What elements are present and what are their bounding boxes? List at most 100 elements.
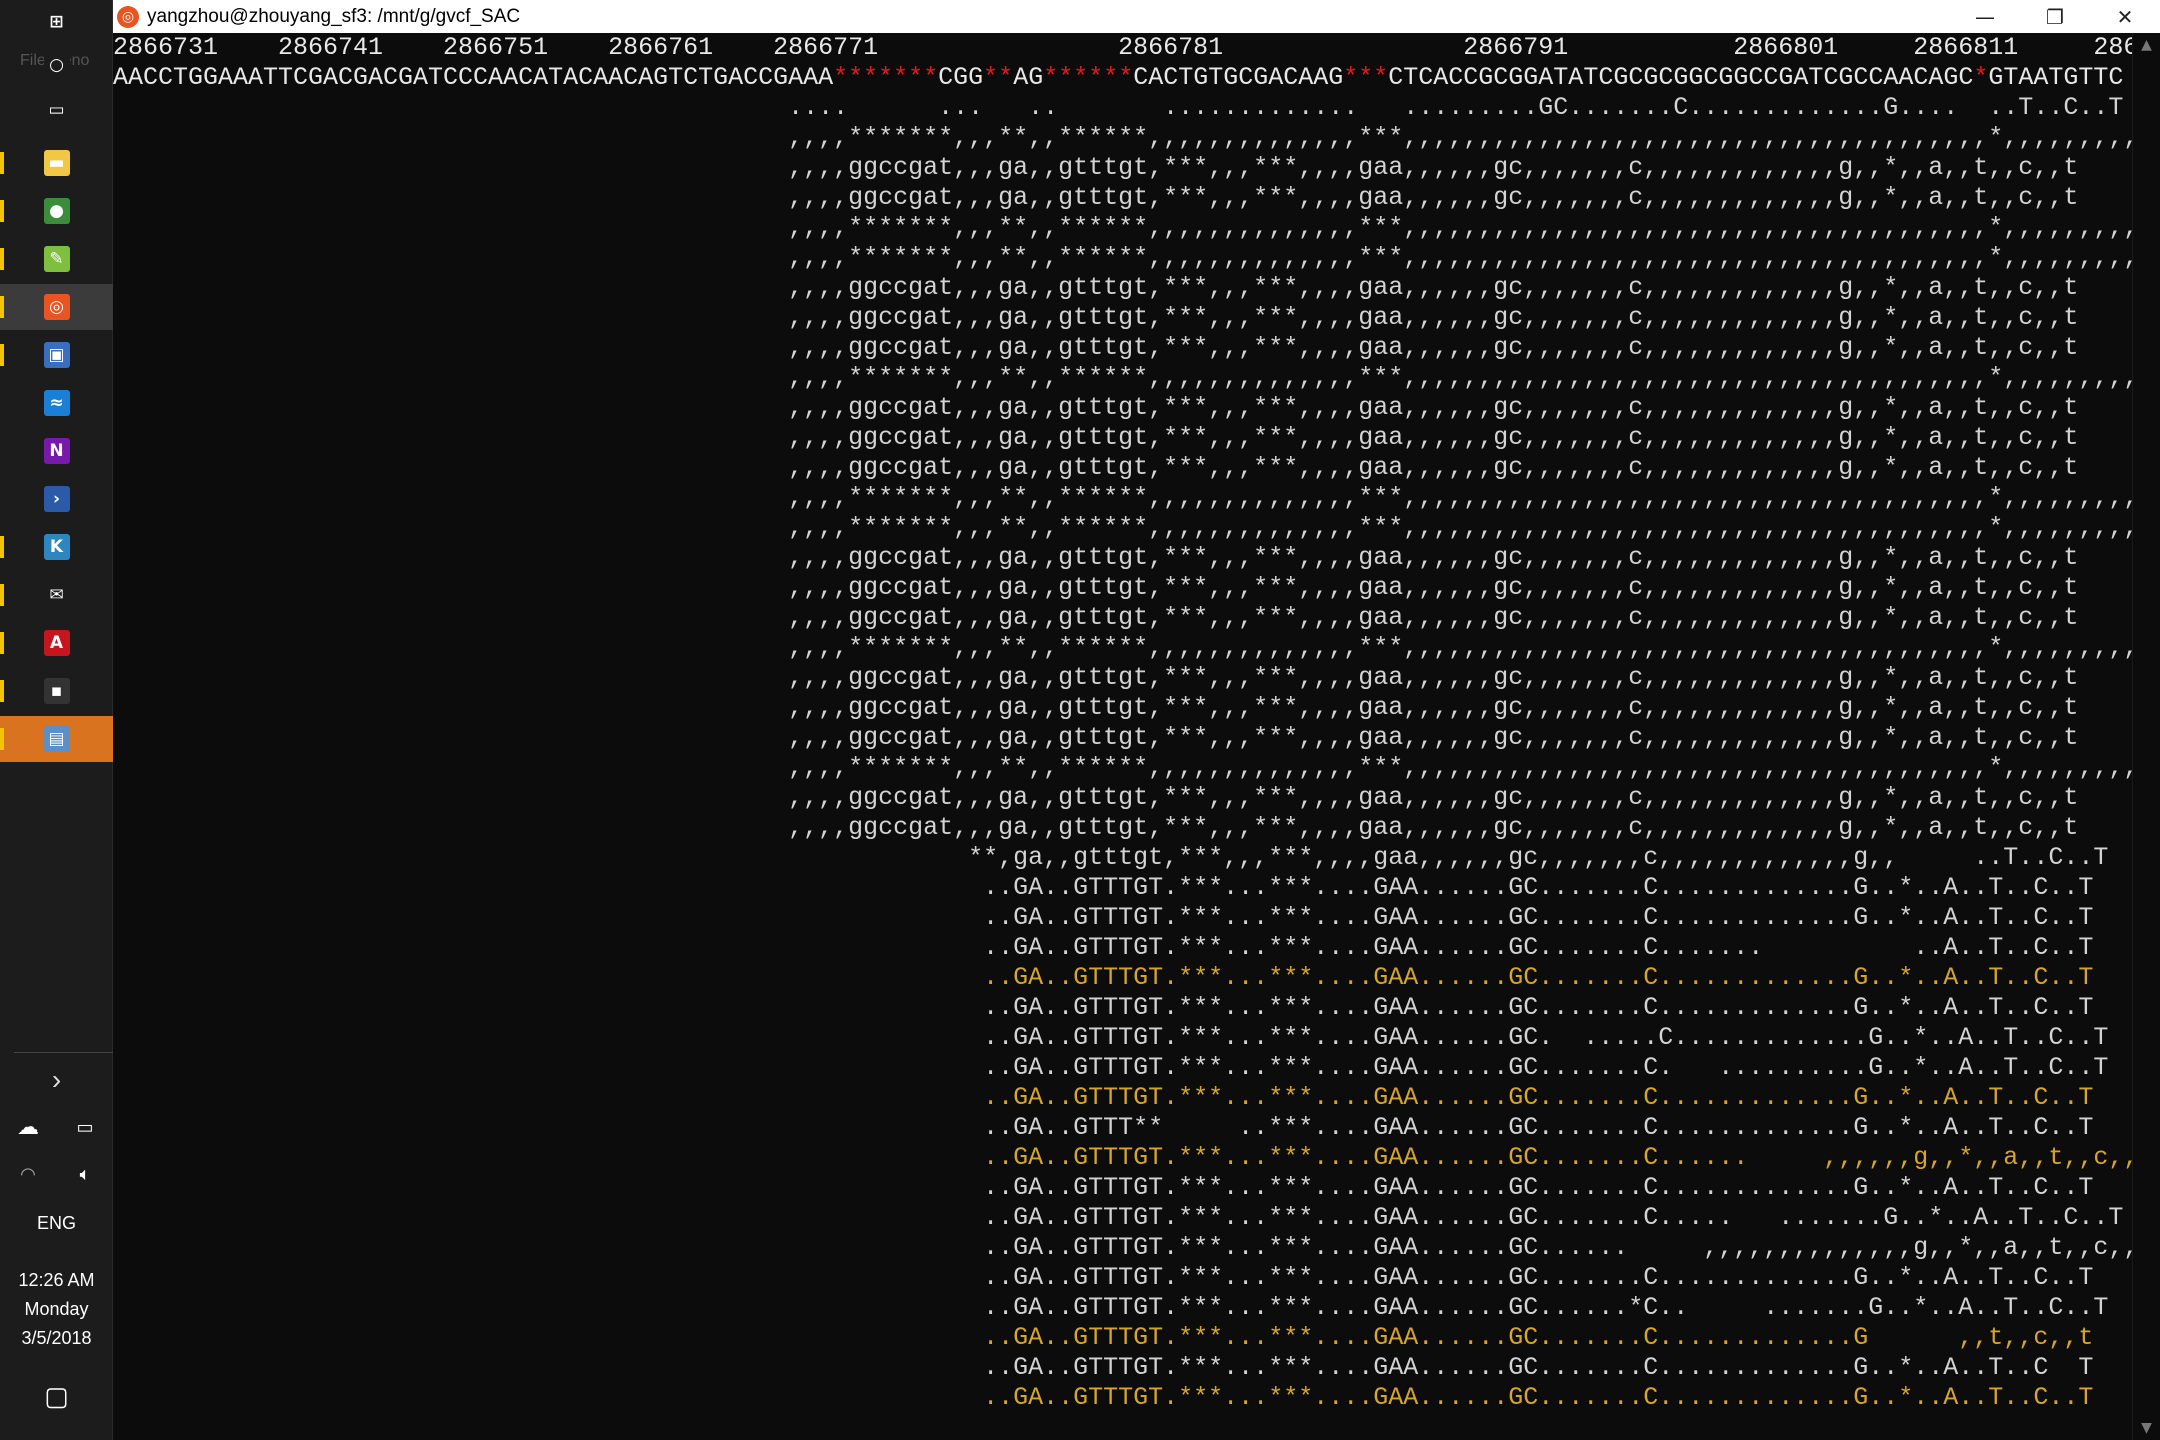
read-line: ..GA..GTTTGT.***...***....GAA......GC...…: [113, 1233, 2133, 1262]
taskbar-app-mail[interactable]: ✉: [0, 572, 113, 618]
read-line: .... ... .. ............. .........GC...…: [113, 93, 2124, 122]
tray-expand-button[interactable]: ›: [0, 1057, 113, 1103]
onenote-icon: N: [43, 438, 70, 464]
taskbar-app-cmd[interactable]: ▪: [0, 668, 113, 714]
read-line: ..GA..GTTTGT.***...***....GAA......GC...…: [113, 1083, 2094, 1112]
read-line: ..GA..GTTTGT.***...***....GAA......GC...…: [113, 1203, 2124, 1232]
close-button[interactable]: ✕: [2090, 0, 2160, 33]
clock-date: 3/5/2018: [21, 1328, 92, 1348]
read-line: ..GA..GTTTGT.***...***....GAA......GC...…: [113, 1173, 2094, 1202]
read-line: ..GA..GTTTGT.***...***....GAA......GC...…: [113, 1383, 2094, 1412]
read-line: ,,,,*******,,,**,,******,,,,,,,,,,,,,,**…: [113, 243, 2133, 272]
window-title: yangzhou@zhouyang_sf3: /mnt/g/gvcf_SAC: [147, 5, 521, 27]
position-ruler: 2866731 2866741 2866751 2866761 2866771 …: [113, 33, 2133, 62]
cortana-icon: ○: [43, 52, 70, 78]
taskbar-app-app-k[interactable]: K: [0, 524, 113, 570]
read-line: ,,,,ggccgat,,,ga,,gtttgt,***,,,***,,,,ga…: [113, 543, 2079, 572]
read-line: ,,,,*******,,,**,,******,,,,,,,,,,,,,,**…: [113, 123, 2133, 152]
read-line: ,,,,*******,,,**,,******,,,,,,,,,,,,,,**…: [113, 633, 2133, 662]
terminal-window[interactable]: ◎ yangzhou@zhouyang_sf3: /mnt/g/gvcf_SAC…: [113, 0, 2160, 1440]
read-line: ..GA..GTTTGT.***...***....GAA......GC...…: [113, 1053, 2109, 1082]
taskbar-app-onenote[interactable]: N: [0, 428, 113, 474]
taskbar-app-dolphin[interactable]: ≈: [0, 380, 113, 426]
scroll-down-icon[interactable]: ▼: [2133, 1420, 2160, 1436]
chevron-right-icon: ›: [51, 1064, 62, 1095]
wifi-icon[interactable]: ◠: [0, 1151, 56, 1197]
volume-icon[interactable]: 🔈︎: [57, 1151, 113, 1197]
terminal-output[interactable]: 2866731 2866741 2866751 2866761 2866771 …: [113, 33, 2133, 1440]
remote-desktop-icon: ▣: [43, 342, 70, 368]
read-line: ..GA..GTTTGT.***...***....GAA......GC...…: [113, 963, 2094, 992]
scroll-up-icon[interactable]: ▲: [2133, 37, 2160, 53]
read-line: ..GA..GTTTGT.***...***....GAA......GC...…: [113, 1293, 2109, 1322]
read-line: ,,,,*******,,,**,,******,,,,,,,,,,,,,,**…: [113, 363, 2133, 392]
read-line: ,,,,ggccgat,,,ga,,gtttgt,***,,,***,,,,ga…: [113, 153, 2079, 182]
maximize-button[interactable]: ❐: [2020, 0, 2090, 33]
read-line: ,,,,ggccgat,,,ga,,gtttgt,***,,,***,,,,ga…: [113, 603, 2079, 632]
read-line: ,,,,ggccgat,,,ga,,gtttgt,***,,,***,,,,ga…: [113, 453, 2079, 482]
taskbar-app-notepad-plus[interactable]: ✎: [0, 236, 113, 282]
taskbar-app-file-explorer[interactable]: ▬: [0, 140, 113, 186]
taskbar-app-chrome[interactable]: ●: [0, 188, 113, 234]
read-line: ,,,,ggccgat,,,ga,,gtttgt,***,,,***,,,,ga…: [113, 693, 2079, 722]
task-view-icon: ▭: [43, 97, 70, 123]
minimize-button[interactable]: —: [1950, 0, 2020, 33]
read-line: ,,,,*******,,,**,,******,,,,,,,,,,,,,,**…: [113, 513, 2133, 542]
terminal-scrollbar[interactable]: ▲ ▼: [2132, 33, 2160, 1440]
reference-bases: AACCTGGAAATTCGACGACGATCCCAACATACAACAGTCT…: [113, 63, 834, 92]
system-clock[interactable]: 12:26 AM Monday 3/5/2018: [0, 1266, 113, 1353]
read-line: ,,,,*******,,,**,,******,,,,,,,,,,,,,,**…: [113, 213, 2133, 242]
battery-icon[interactable]: ▭: [57, 1104, 113, 1150]
read-line: ,,,,*******,,,**,,******,,,,,,,,,,,,,,**…: [113, 753, 2133, 782]
clock-day: Monday: [24, 1299, 89, 1319]
read-line: ..GA..GTTTGT.***...***....GAA......GC...…: [113, 873, 2094, 902]
read-line: ,,,,ggccgat,,,ga,,gtttgt,***,,,***,,,,ga…: [113, 393, 2079, 422]
read-line: ..GA..GTTTGT.***...***....GAA......GC...…: [113, 1143, 2133, 1172]
taskbar-app-igv[interactable]: ▤: [0, 716, 113, 762]
taskbar-app-remote-desktop[interactable]: ▣: [0, 332, 113, 378]
read-line: ,,,,ggccgat,,,ga,,gtttgt,***,,,***,,,,ga…: [113, 813, 2079, 842]
reference-bases: CTCACCGCGGATATCGCGCGGCGGCCGATCGCCAACAGC: [1388, 63, 1974, 92]
input-language[interactable]: ENG: [0, 1213, 113, 1234]
dolphin-icon: ≈: [43, 390, 70, 416]
igv-icon: ▤: [43, 726, 70, 752]
reference-bases: GTAATGTTC: [1988, 63, 2124, 92]
taskbar-app-windows-start[interactable]: ⊞: [0, 0, 113, 44]
action-center-button[interactable]: ▢: [0, 1373, 113, 1419]
taskbar-app-task-view[interactable]: ▭: [0, 88, 113, 132]
taskbar-app-acrobat[interactable]: A: [0, 620, 113, 666]
read-line: ..GA..GTTT** ..***....GAA......GC.......…: [113, 1113, 2094, 1142]
taskbar-app-ubuntu[interactable]: ◎: [0, 284, 113, 330]
cmd-icon: ▪: [43, 678, 70, 704]
ubuntu-icon: ◎: [117, 5, 139, 28]
read-line: ,,,,*******,,,**,,******,,,,,,,,,,,,,,**…: [113, 483, 2133, 512]
read-line: ,,,,ggccgat,,,ga,,gtttgt,***,,,***,,,,ga…: [113, 663, 2079, 692]
minimize-icon: —: [1975, 4, 1995, 29]
windows-taskbar: File Geno ⊞ ○ ▭ ▬ ● ✎ ◎ ▣ ≈ N › K ✉ A ▪ ▤ › ☁ ▭ ◠ 🔈︎ EN…: [0, 0, 113, 1440]
read-line: ,,,,ggccgat,,,ga,,gtttgt,***,,,***,,,,ga…: [113, 333, 2079, 362]
powershell-icon: ›: [43, 486, 70, 512]
read-line: ,,,,ggccgat,,,ga,,gtttgt,***,,,***,,,,ga…: [113, 573, 2079, 602]
clock-time: 12:26 AM: [18, 1270, 95, 1290]
insertion-marker: ******: [1043, 63, 1134, 92]
read-line: ,,,,ggccgat,,,ga,,gtttgt,***,,,***,,,,ga…: [113, 723, 2079, 752]
close-icon: ✕: [2116, 4, 2134, 29]
reference-sequence: AACCTGGAAATTCGACGACGATCCCAACATACAACAGTCT…: [113, 63, 2133, 93]
read-line: ..GA..GTTTGT.***...***....GAA......GC...…: [113, 1353, 2094, 1382]
taskbar-app-cortana[interactable]: ○: [0, 43, 113, 87]
app-k-icon: K: [43, 534, 70, 560]
chrome-icon: ●: [43, 198, 70, 224]
title-bar[interactable]: ◎ yangzhou@zhouyang_sf3: /mnt/g/gvcf_SAC…: [113, 0, 2160, 33]
insertion-marker: **: [983, 63, 1014, 92]
notification-icon: ▢: [44, 1380, 69, 1411]
onedrive-icon[interactable]: ☁: [0, 1104, 56, 1150]
insertion-marker: *******: [833, 63, 939, 92]
ubuntu-icon: ◎: [43, 294, 70, 320]
read-line: ,,,,ggccgat,,,ga,,gtttgt,***,,,***,,,,ga…: [113, 273, 2079, 302]
read-line: ,,,,ggccgat,,,ga,,gtttgt,***,,,***,,,,ga…: [113, 183, 2079, 212]
read-line: ,,,,ggccgat,,,ga,,gtttgt,***,,,***,,,,ga…: [113, 423, 2079, 452]
restore-icon: ❐: [2046, 4, 2064, 29]
file-explorer-icon: ▬: [43, 150, 70, 176]
read-line: ..GA..GTTTGT.***...***....GAA......GC. .…: [113, 1023, 2109, 1052]
taskbar-app-powershell[interactable]: ›: [0, 476, 113, 522]
